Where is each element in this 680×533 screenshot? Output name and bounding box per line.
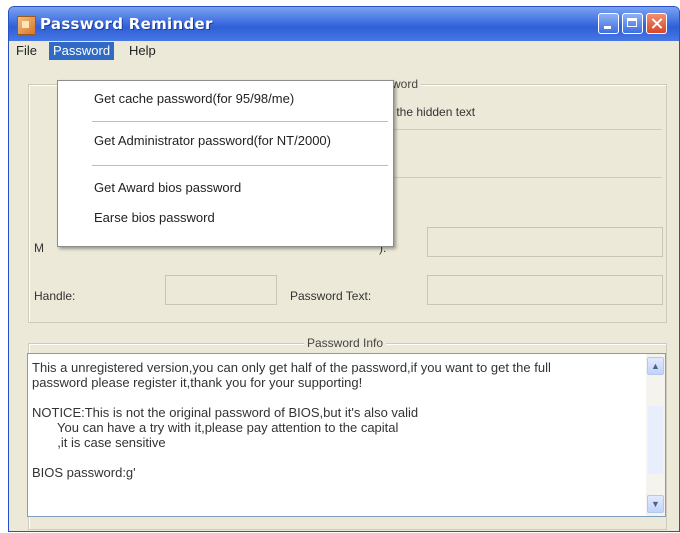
password-text-field[interactable] xyxy=(427,275,663,305)
menu-separator xyxy=(92,165,388,166)
info-line: NOTICE:This is not the original password… xyxy=(32,405,419,420)
maximize-button[interactable] xyxy=(622,13,643,34)
password-menu-dropdown: Get cache password(for 95/98/me) Get Adm… xyxy=(57,80,394,247)
info-line xyxy=(32,450,632,465)
menu-file[interactable]: File xyxy=(12,42,41,60)
menu-bar: File Password Help xyxy=(9,41,679,61)
info-line: BIOS password:g' xyxy=(32,465,136,480)
menu-item-cache-password[interactable]: Get cache password(for 95/98/me) xyxy=(94,91,294,106)
menu-item-admin-password[interactable]: Get Administrator password(for NT/2000) xyxy=(94,133,331,148)
title-bar[interactable]: Password Reminder xyxy=(9,7,679,41)
menu-item-erase-bios[interactable]: Earse bios password xyxy=(94,210,215,225)
menu-help[interactable]: Help xyxy=(125,42,160,60)
password-info-legend: Password Info xyxy=(304,336,387,350)
info-line: ,it is case sensitive xyxy=(32,435,166,450)
menu-item-award-bios[interactable]: Get Award bios password xyxy=(94,180,241,195)
info-line: This a unregistered version,you can only… xyxy=(32,360,551,375)
password-hex-field[interactable] xyxy=(427,227,663,257)
info-line: You can have a try with it,please pay at… xyxy=(32,420,399,435)
divider xyxy=(384,129,662,130)
info-text: This a unregistered version,you can only… xyxy=(32,360,632,480)
vertical-scrollbar[interactable]: ▲ ▼ xyxy=(646,354,665,516)
scroll-thumb[interactable] xyxy=(648,406,663,474)
app-icon xyxy=(17,16,36,35)
handle-field[interactable] xyxy=(165,275,277,305)
menu-password[interactable]: Password xyxy=(49,42,115,60)
info-line: password please register it,thank you fo… xyxy=(32,375,363,390)
handle-label: Handle: xyxy=(34,289,76,303)
scroll-up-icon[interactable]: ▲ xyxy=(647,357,664,375)
menu-separator xyxy=(92,121,388,122)
info-line xyxy=(32,390,632,405)
password-text-label: Password Text: xyxy=(290,289,372,303)
mouse-position-label: M xyxy=(34,241,44,255)
scroll-down-icon[interactable]: ▼ xyxy=(647,495,664,513)
password-info-textarea[interactable]: This a unregistered version,you can only… xyxy=(27,353,666,517)
divider xyxy=(384,177,662,178)
window-title: Password Reminder xyxy=(40,15,213,33)
minimize-button[interactable] xyxy=(598,13,619,34)
close-button[interactable] xyxy=(646,13,667,34)
